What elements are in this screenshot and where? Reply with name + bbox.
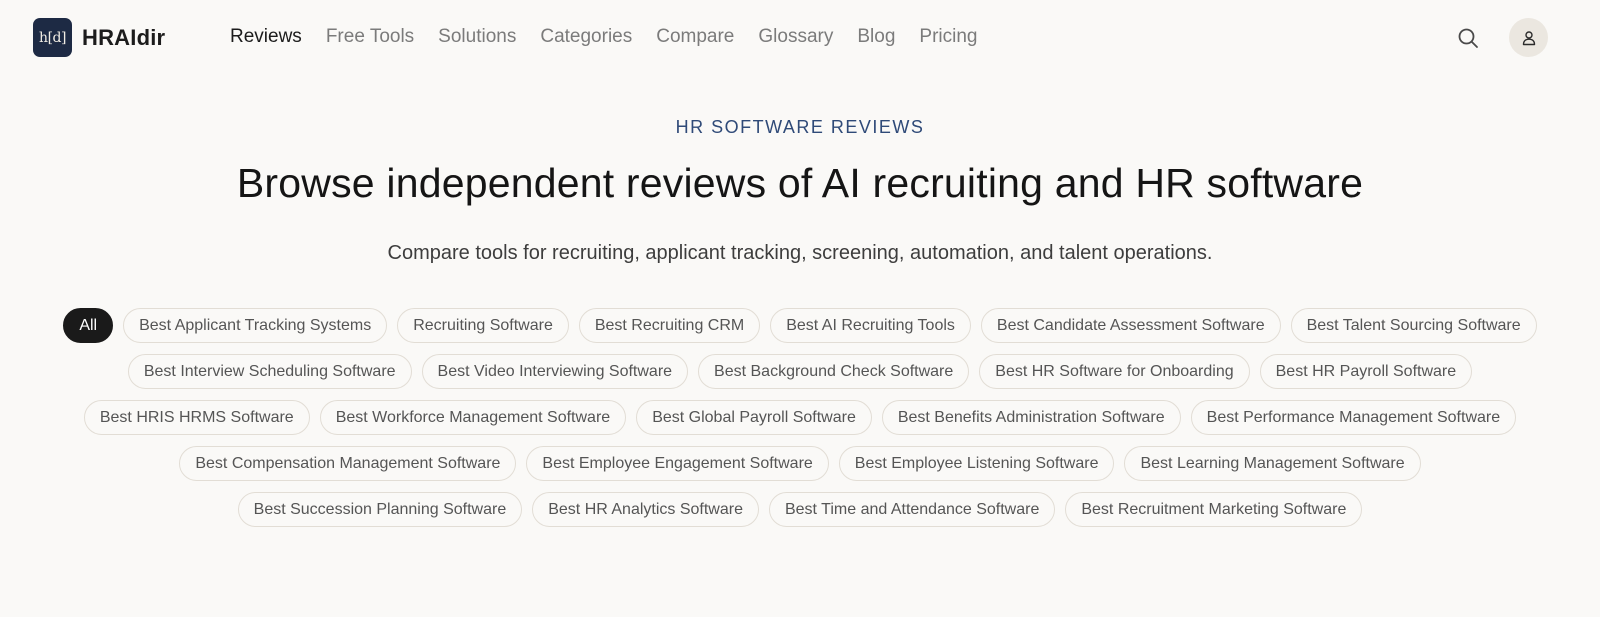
nav-item-categories[interactable]: Categories <box>540 24 632 50</box>
filter-chip[interactable]: Best HR Software for Onboarding <box>979 354 1250 389</box>
filter-chip[interactable]: Best Interview Scheduling Software <box>127 354 412 389</box>
filter-chip[interactable]: Best Performance Management Software <box>1190 400 1517 435</box>
main-nav: Reviews Free Tools Solutions Categories … <box>230 24 1001 50</box>
filter-chip[interactable]: Best HR Payroll Software <box>1259 354 1473 389</box>
filter-chip[interactable]: Best Background Check Software <box>698 354 970 389</box>
filter-chip[interactable]: Best Learning Management Software <box>1124 446 1421 481</box>
filter-chip[interactable]: Best Candidate Assessment Software <box>980 308 1281 343</box>
section-eyebrow: HR SOFTWARE REVIEWS <box>675 117 925 137</box>
page-subtitle: Compare tools for recruiting, applicant … <box>387 242 1213 264</box>
search-button[interactable] <box>1455 25 1481 51</box>
brand-name: HRAIdir <box>82 24 166 50</box>
filter-chip[interactable]: Best Global Payroll Software <box>636 400 872 435</box>
nav-item-free-tools[interactable]: Free Tools <box>326 24 414 50</box>
nav-item-solutions[interactable]: Solutions <box>438 24 516 50</box>
nav-item-glossary[interactable]: Glossary <box>758 24 833 50</box>
nav-item-reviews[interactable]: Reviews <box>230 24 302 50</box>
filter-chip[interactable]: Best Video Interviewing Software <box>421 354 689 389</box>
page-title: Browse independent reviews of AI recruit… <box>236 160 1364 206</box>
filter-chip[interactable]: Best Employee Engagement Software <box>526 446 829 481</box>
top-navigation-bar: h[d] HRAIdir Reviews Free Tools Solution… <box>0 0 1600 74</box>
filter-chip[interactable]: Best Applicant Tracking Systems <box>123 308 388 343</box>
filter-chip[interactable]: Best Recruiting CRM <box>578 308 761 343</box>
filter-chip[interactable]: Recruiting Software <box>397 308 569 343</box>
nav-item-pricing[interactable]: Pricing <box>919 24 977 50</box>
user-icon <box>1522 30 1535 45</box>
filter-chip[interactable]: Best Time and Attendance Software <box>768 492 1056 527</box>
account-button[interactable] <box>1509 18 1548 57</box>
filter-chip[interactable]: Best HRIS HRMS Software <box>83 400 310 435</box>
filter-chip[interactable]: Best AI Recruiting Tools <box>770 308 971 343</box>
filter-chip[interactable]: Best Recruitment Marketing Software <box>1065 492 1363 527</box>
brand-logo-link[interactable]: h[d] HRAIdir <box>33 18 165 57</box>
filter-chip[interactable]: Best Workforce Management Software <box>319 400 627 435</box>
filter-chip[interactable]: Best Talent Sourcing Software <box>1290 308 1537 343</box>
search-icon <box>1458 28 1478 48</box>
nav-item-blog[interactable]: Blog <box>857 24 895 50</box>
filter-chip[interactable]: Best HR Analytics Software <box>532 492 759 527</box>
brand-logo-mark: h[d] <box>33 18 72 57</box>
filter-chip[interactable]: Best Benefits Administration Software <box>881 400 1181 435</box>
filter-chip[interactable]: Best Employee Listening Software <box>838 446 1115 481</box>
filter-chip-all[interactable]: All <box>63 308 114 343</box>
filter-chip[interactable]: Best Compensation Management Software <box>179 446 517 481</box>
filter-chip[interactable]: Best Succession Planning Software <box>237 492 523 527</box>
nav-item-compare[interactable]: Compare <box>656 24 734 50</box>
category-filter-chips: All Best Applicant Tracking Systems Recr… <box>40 308 1560 527</box>
